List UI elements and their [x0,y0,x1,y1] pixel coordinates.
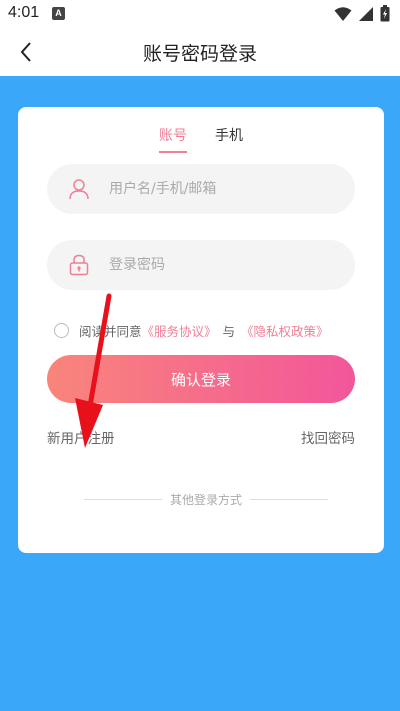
username-input[interactable] [109,181,329,197]
notification-icon: A [52,7,65,20]
service-agreement-link[interactable]: 《服务协议》 [142,321,217,340]
page-title: 账号密码登录 [142,43,257,65]
tab-account[interactable]: 账号 [159,125,187,153]
privacy-policy-link[interactable]: 《隐私权政策》 [241,321,329,340]
password-field[interactable] [47,240,355,290]
signal-icon [359,6,373,21]
lock-icon [67,253,91,277]
divider-line-right [250,499,329,500]
forgot-password-link[interactable]: 找回密码 [301,427,355,447]
other-login-label: 其他登录方式 [170,493,243,507]
agreement-row: 阅读并同意 《服务协议》 与 《隐私权政策》 [54,321,329,340]
agreement-prefix: 阅读并同意 [79,324,142,339]
nav-bar: 账号密码登录 [0,28,400,76]
login-card: 账号 手机 阅读并同意 《服务协议》 与 《隐私权政策》 确认登录 [18,107,384,553]
status-bar: 4:01 A [0,0,400,28]
agreement-checkbox[interactable] [54,323,69,338]
confirm-login-button[interactable]: 确认登录 [47,355,355,403]
login-tabs: 账号 手机 [18,125,384,153]
password-input[interactable] [109,257,329,273]
tab-phone[interactable]: 手机 [215,125,243,153]
agreement-conjunction: 与 [222,324,236,339]
register-link[interactable]: 新用户注册 [47,427,115,447]
user-icon [67,177,91,201]
divider-line-left [84,499,162,500]
other-login-divider: 其他登录方式 [84,491,329,508]
username-field[interactable] [47,164,355,214]
battery-icon [380,5,390,22]
wifi-icon [334,6,352,21]
status-time: 4:01 [8,4,40,21]
status-icons [334,5,390,22]
